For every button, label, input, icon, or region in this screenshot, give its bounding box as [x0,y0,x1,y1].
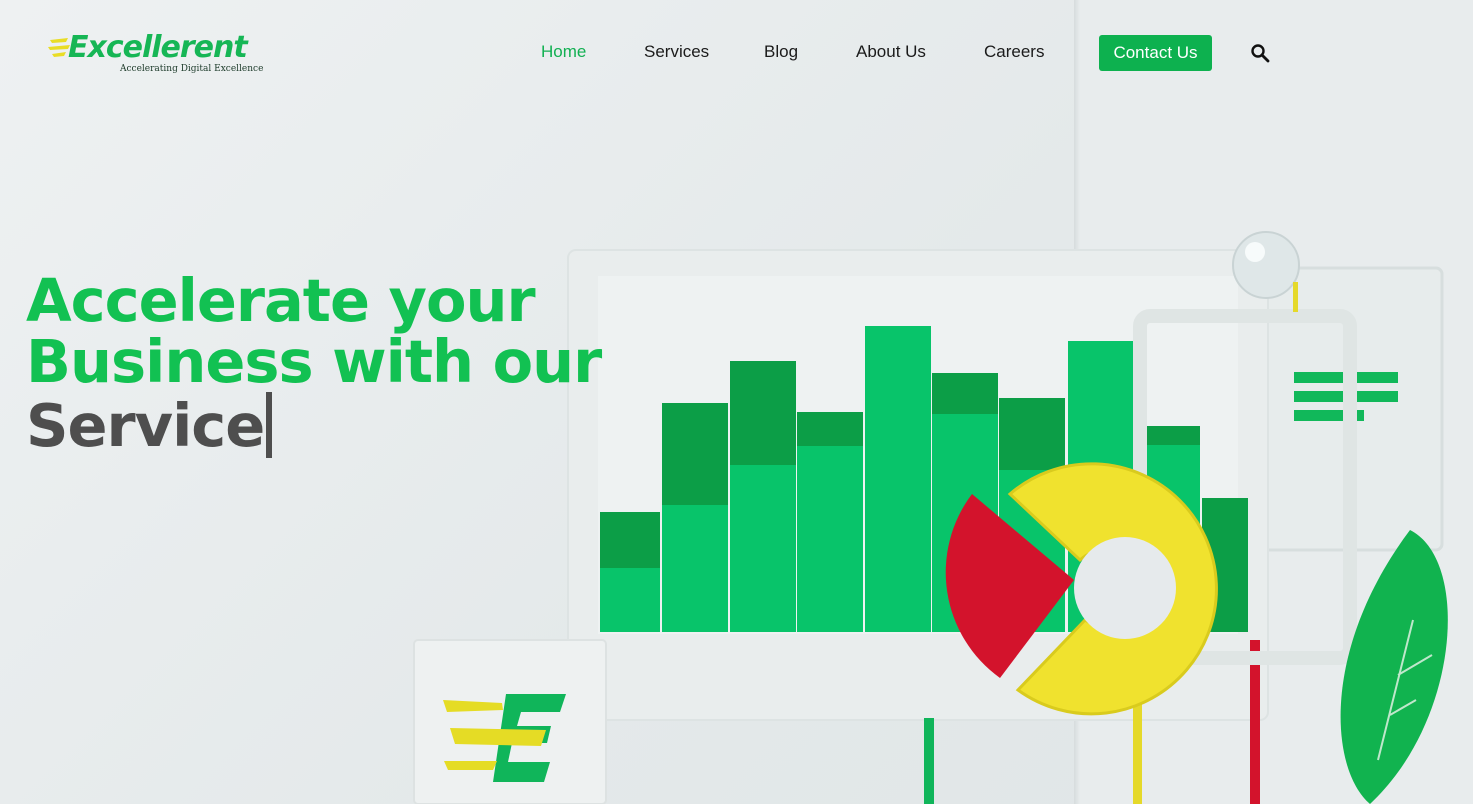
hero-heading: Accelerate your Business with our Servic… [26,266,602,458]
nav-careers[interactable]: Careers [984,42,1044,62]
contact-us-button[interactable]: Contact Us [1099,35,1212,71]
hero-typed-word: Service [26,390,265,460]
nav-about-us[interactable]: About Us [856,42,926,62]
nav-services[interactable]: Services [644,42,709,62]
nav-home[interactable]: Home [541,42,586,62]
search-icon[interactable] [1250,43,1270,63]
brand-logo[interactable]: Excellerent Accelerating Digital Excelle… [48,28,263,78]
brand-name: Excellerent [68,30,248,65]
typing-cursor [266,392,273,458]
brand-tagline: Accelerating Digital Excellence [120,64,264,74]
hero-line-2: Business with our [26,327,602,396]
hero-typed-line: Service [26,392,586,458]
hero-line-1: Accelerate your [26,266,536,335]
nav-blog[interactable]: Blog [764,42,798,62]
